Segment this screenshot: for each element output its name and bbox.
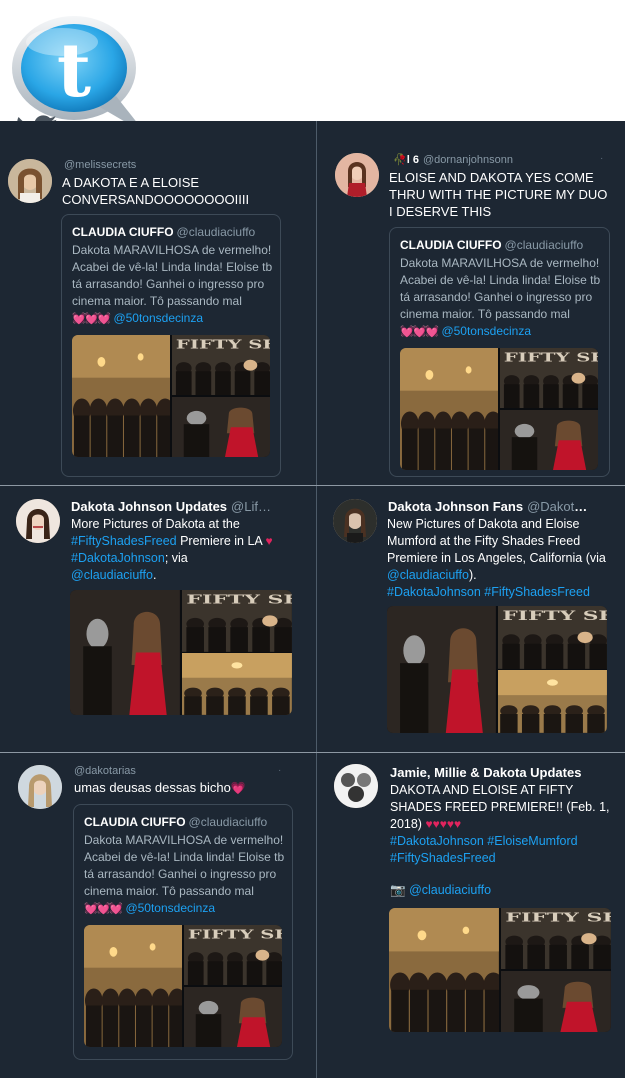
quoted-author[interactable]: CLAUDIA CIUFFO @claudiaciuffo (72, 225, 255, 239)
hashtag-link[interactable]: #FiftyShadesFreed (71, 534, 177, 548)
event-photo[interactable] (183, 986, 282, 1047)
tweet-text: umas deusas dessas bicho💗 (74, 780, 246, 795)
mention-link[interactable]: @claudiaciuffo (409, 883, 491, 897)
tweet-card[interactable]: 🥀l 6 @dornanjohnsonn · ELOISE AND DAKOTA … (317, 122, 625, 485)
tweet-card[interactable]: Jamie, Millie & Dakota Updates DAKOTA AN… (317, 753, 625, 1078)
camera-icon: 📷 (390, 883, 406, 897)
timestamp-dot: · (600, 153, 604, 164)
quoted-text: Dakota MARAVILHOSA de vermelho! Acabei d… (400, 256, 601, 338)
event-photo[interactable] (387, 606, 496, 733)
quoted-text: Dakota MARAVILHOSA de vermelho! Acabei d… (72, 243, 273, 325)
tweet-text: More Pictures of Dakota at the #FiftySha… (71, 517, 273, 582)
svg-text:FIFTY SH: FIFTY SH (188, 927, 282, 941)
mention-link[interactable]: @50tonsdecinza (125, 901, 215, 915)
svg-text:FIFTY SH: FIFTY SH (502, 609, 607, 624)
event-photo[interactable]: FIFTY SH (182, 590, 292, 652)
tweet-text: New Pictures of Dakota and Eloise Mumfor… (387, 517, 606, 599)
mention-link[interactable]: @50tonsdecinza (113, 311, 203, 325)
svg-text:t: t (57, 28, 91, 114)
event-photo[interactable] (499, 409, 598, 470)
tweet-handle[interactable]: @dakotarias (74, 765, 136, 777)
quoted-author[interactable]: CLAUDIA CIUFFO @claudiaciuffo (84, 815, 267, 829)
tweet-text: A DAKOTA E A ELOISE CONVERSANDOOOOOOOOII… (62, 175, 250, 207)
event-photo[interactable]: FIFTY SH (171, 335, 270, 396)
mention-link[interactable]: @claudiaciuffo (387, 568, 469, 582)
tweet-card[interactable]: @melissecrets A DAKOTA E A ELOISE CONVER… (0, 122, 316, 485)
svg-text:FIFTY SH: FIFTY SH (187, 593, 292, 608)
tweet-author[interactable]: Dakota Johnson Fans @Dakota… (388, 499, 588, 514)
event-photo[interactable]: FIFTY SH (498, 606, 607, 669)
photo-credit: 📷 @claudiaciuffo (390, 882, 590, 899)
quoted-tweet[interactable]: CLAUDIA CIUFFO @claudiaciuffo Dakota MARA… (73, 804, 293, 1060)
quoted-text: Dakota MARAVILHOSA de vermelho! Acabei d… (84, 833, 285, 915)
tweet-author[interactable]: Dakota Johnson Updates @Lif… (71, 499, 271, 514)
avatar[interactable] (18, 765, 62, 809)
avatar[interactable] (335, 153, 379, 197)
timestamp-dot: · (278, 765, 282, 776)
tweet-handle[interactable]: @melissecrets (64, 159, 136, 171)
event-photo[interactable] (400, 348, 498, 470)
event-photo[interactable] (501, 970, 611, 1032)
hashtag-link[interactable]: #DakotaJohnson (71, 551, 165, 565)
event-photo[interactable] (498, 670, 607, 733)
photo-collage[interactable]: FIFTY SH (387, 606, 607, 733)
tweet-author[interactable]: Jamie, Millie & Dakota Updates (390, 765, 615, 780)
event-photo[interactable] (70, 590, 180, 715)
tweet-card[interactable]: Dakota Johnson Updates @Lif… More Picture… (0, 486, 316, 752)
tweet-author[interactable]: 🥀l 6 @dornanjohnsonn (393, 153, 608, 166)
tweet-text: ELOISE AND DAKOTA YES COME THRU WITH THE… (389, 170, 608, 219)
mention-link[interactable]: @50tonsdecinza (441, 324, 531, 338)
event-photo[interactable] (389, 908, 499, 1032)
tweet-card[interactable]: @dakotarias · umas deusas dessas bicho💗 … (0, 753, 316, 1078)
svg-text:FIFTY SH: FIFTY SH (176, 337, 270, 351)
quoted-author[interactable]: CLAUDIA CIUFFO @claudiaciuffo (400, 238, 583, 252)
photo-collage[interactable]: FIFTY SH (70, 590, 292, 715)
event-photo[interactable]: FIFTY SH (183, 925, 282, 986)
event-photo[interactable] (171, 396, 270, 457)
tweet-card[interactable]: Dakota Johnson Fans @Dakota… New Pictures… (317, 486, 625, 752)
hashtag-link[interactable]: #DakotaJohnson #EloiseMumford #FiftyShad… (390, 834, 578, 865)
hashtag-link[interactable]: #DakotaJohnson #FiftyShadesFreed (387, 585, 590, 599)
event-photo[interactable] (84, 925, 182, 1047)
svg-text:FIFTY SH: FIFTY SH (506, 910, 611, 924)
event-photo[interactable]: FIFTY SH (501, 908, 611, 970)
quoted-tweet[interactable]: CLAUDIA CIUFFO @claudiaciuffo Dakota MARA… (389, 227, 610, 477)
avatar[interactable] (334, 764, 378, 808)
mention-link[interactable]: @claudiaciuffo (71, 568, 153, 582)
photo-collage[interactable]: FIFTY SH (389, 908, 611, 1032)
avatar[interactable] (8, 159, 52, 203)
event-photo[interactable]: FIFTY SH (499, 348, 598, 409)
tweet-text: DAKOTA AND ELOISE AT FIFTY SHADES FREED … (390, 783, 610, 865)
photo-collage[interactable]: FIFTY SH (84, 925, 282, 1047)
svg-text:FIFTY SH: FIFTY SH (504, 350, 598, 364)
photo-collage[interactable]: FIFTY SH (400, 348, 598, 470)
photo-collage[interactable]: FIFTY SH (72, 335, 270, 457)
event-photo[interactable] (72, 335, 170, 457)
avatar[interactable] (16, 499, 60, 543)
quoted-tweet[interactable]: CLAUDIA CIUFFO @claudiaciuffo Dakota MARA… (61, 214, 281, 477)
event-photo[interactable] (182, 653, 292, 715)
avatar[interactable] (333, 499, 377, 543)
